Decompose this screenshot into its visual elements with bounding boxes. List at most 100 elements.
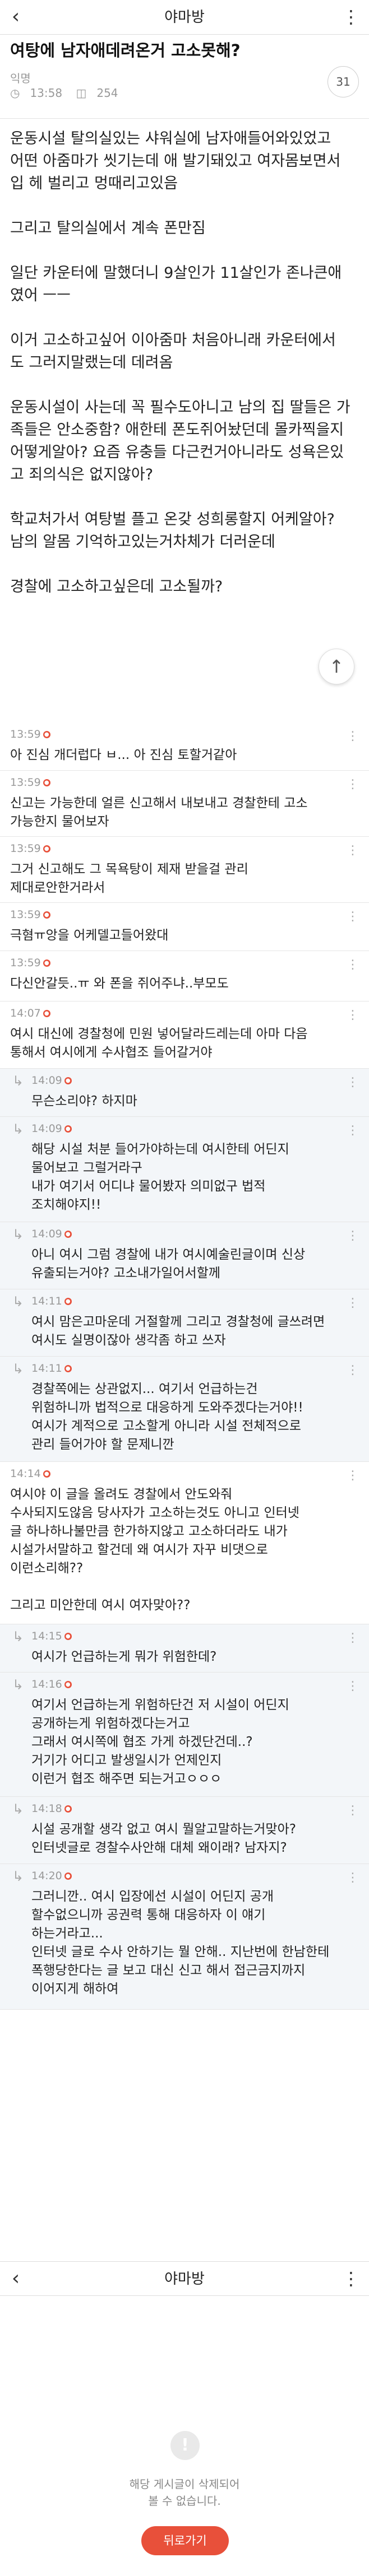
- comment-more-icon[interactable]: ⋮: [347, 1124, 359, 1138]
- comment-more-icon[interactable]: ⋮: [347, 1804, 359, 1818]
- comment-time: 14:09: [31, 1122, 62, 1135]
- comment-more-icon[interactable]: ⋮: [347, 958, 359, 972]
- comment-more-icon[interactable]: ⋮: [347, 1871, 359, 1885]
- comment-time: 14:07: [10, 1007, 41, 1019]
- comment-text: 아 진심 개더럽다 ㅂ... 아 진심 토할거같아: [10, 748, 237, 762]
- comment-more-icon[interactable]: ⋮: [347, 1469, 359, 1483]
- comment-more-icon[interactable]: ⋮: [347, 729, 359, 743]
- anon-badge-icon: ●: [64, 1872, 72, 1880]
- comment-text: 해당 시설 처분 들어가야하는데 여시한테 어딘지 물어보고 그럴거라구 내가 …: [31, 1142, 289, 1212]
- anon-badge-icon: ●: [43, 959, 50, 967]
- anon-badge-icon: ●: [64, 1125, 72, 1133]
- comment-more-icon[interactable]: ⋮: [347, 777, 359, 791]
- comment-more-icon[interactable]: ⋮: [347, 1296, 359, 1310]
- reply-comment: ↳ 14:18 ● 시설 공개할 생각 없고 여시 뭘알고말하는거맞아? 인터넷글…: [0, 1797, 369, 1864]
- comment-time: 14:11: [31, 1295, 62, 1307]
- comment-text: 여시야 이 글을 올려도 경찰에서 안도와줘 수사되지도않음 당사자가 고소하는…: [10, 1487, 299, 1613]
- comment-time: 14:15: [31, 1630, 62, 1642]
- comment-more-icon[interactable]: ⋮: [347, 1229, 359, 1243]
- comment-more-icon[interactable]: ⋮: [347, 1679, 359, 1693]
- comment-time: 14:16: [31, 1678, 62, 1690]
- comment-more-icon[interactable]: ⋮: [347, 1075, 359, 1089]
- reply-arrow-icon: ↳: [12, 1629, 24, 1645]
- post-paragraph: 이거 고소하고싶어 이아줌마 처음아니래 카운터에서 도 그러지말랬는데 데려옴: [10, 332, 336, 371]
- post-views: 254: [96, 86, 118, 100]
- alert-icon: !: [170, 2431, 200, 2460]
- post-title: 여탕에 남자애데려온거 고소못해?: [10, 41, 241, 60]
- comment-more-icon[interactable]: ⋮: [347, 1008, 359, 1022]
- anon-badge-icon: ●: [64, 1805, 72, 1813]
- post-paragraph: 운동시설이 사는데 꼭 필수도아니고 남의 집 딸들은 가 족들은 안소중함? …: [10, 399, 350, 483]
- comment: 13:59 ● 다신안갈듯..ㅠ 와 폰을 쥐어주냐..부모도 ⋮: [0, 951, 369, 1001]
- go-back-button[interactable]: 뒤로가기: [141, 2526, 229, 2555]
- comment-time: 14:20: [31, 1870, 62, 1882]
- reply-arrow-icon: ↳: [12, 1073, 24, 1089]
- comment: 13:59 ● 극혐ㅠ앙을 어케델고들어왔대 ⋮: [0, 903, 369, 951]
- anon-badge-icon: ●: [43, 911, 50, 919]
- comment-time: 14:09: [31, 1074, 62, 1087]
- post-meta: ◷ 13:58 ◫ 254: [10, 86, 128, 100]
- reply-arrow-icon: ↳: [12, 1677, 24, 1693]
- post-header: 여탕에 남자애데려온거 고소못해? 익명 ◷ 13:58 ◫ 254 31: [0, 35, 369, 119]
- reply-arrow-icon: ↳: [12, 1227, 24, 1242]
- reply-arrow-icon: ↳: [12, 1801, 24, 1817]
- top-nav: ‹ 야마방 ⋮: [0, 0, 369, 35]
- anon-badge-icon: ●: [64, 1231, 72, 1238]
- post-author: 익명: [10, 72, 31, 85]
- reply-arrow-icon: ↳: [12, 1869, 24, 1884]
- reply-comment: ↳ 14:20 ● 그러니깐.. 여시 입장에선 시설이 어딘지 공개 할수없으니…: [0, 1864, 369, 2010]
- post-time: 13:58: [30, 86, 63, 100]
- reply-arrow-icon: ↳: [12, 1361, 24, 1377]
- comment: 14:07 ● 여시 대신에 경찰청에 민원 넣어달라드레는데 아마 다음 통해서…: [0, 1001, 369, 1069]
- comment-more-icon[interactable]: ⋮: [347, 910, 359, 924]
- comment-time: 13:59: [10, 842, 41, 855]
- anon-badge-icon: ●: [43, 731, 50, 738]
- comment-time: 14:14: [10, 1468, 41, 1480]
- anon-badge-icon: ●: [64, 1681, 72, 1688]
- comment-text: 신고는 가능한데 얼른 신고해서 내보내고 경찰한테 고소 가능한지 물어보자: [10, 796, 308, 829]
- comment-time: 13:59: [10, 728, 41, 740]
- more-menu-icon[interactable]: ⋮: [339, 4, 363, 29]
- scroll-top-button[interactable]: ↑: [319, 649, 354, 684]
- comment-count-badge[interactable]: 31: [328, 66, 359, 97]
- anon-badge-icon: ●: [43, 1010, 50, 1017]
- post-paragraph: 운동시설 탈의실있는 샤워실에 남자애들어와있었고 어떤 아줌마가 씻기는데 애…: [10, 130, 341, 192]
- clock-icon: ◷: [10, 86, 20, 100]
- comment: 13:59 ● 신고는 가능한데 얼른 신고해서 내보내고 경찰한테 고소 가능한…: [0, 771, 369, 837]
- comment-text: 여시가 언급하는게 뭐가 위험한데?: [31, 1650, 217, 1664]
- comment-time: 14:18: [31, 1802, 62, 1815]
- reply-arrow-icon: ↳: [12, 1294, 24, 1310]
- more-menu-icon[interactable]: ⋮: [339, 2266, 363, 2291]
- board-title: 야마방: [164, 2271, 205, 2288]
- comment: 13:59 ● 아 진심 개더럽다 ㅂ... 아 진심 토할거같아 ⋮: [0, 723, 369, 771]
- reply-comment: ↳ 14:15 ● 여시가 언급하는게 뭐가 위험한데? ⋮: [0, 1624, 369, 1673]
- post-paragraph: 경찰에 고소하고싶은데 고소될까?: [10, 578, 223, 595]
- comment-time: 14:09: [31, 1228, 62, 1240]
- comment-text: 시설 공개할 생각 없고 여시 뭘알고말하는거맞아? 인터넷글로 경찰수사안해 …: [31, 1822, 296, 1855]
- comment-text: 무슨소리야? 하지마: [31, 1094, 137, 1108]
- anon-badge-icon: ●: [43, 1470, 50, 1478]
- reply-arrow-icon: ↳: [12, 1121, 24, 1137]
- deleted-message: 해당 게시글이 삭제되어 볼 수 없습니다.: [129, 2477, 240, 2508]
- comment-time: 13:59: [10, 776, 41, 789]
- comment-text: 여시 대신에 경찰청에 민원 넣어달라드레는데 아마 다음 통해서 여시에게 수…: [10, 1027, 308, 1060]
- anon-badge-icon: ●: [64, 1298, 72, 1305]
- reply-comment: ↳ 14:09 ● 해당 시설 처분 들어가야하는데 여시한테 어딘지 물어보고 …: [0, 1117, 369, 1222]
- eye-icon: ◫: [76, 86, 87, 100]
- deleted-post-notice: ! 해당 게시글이 삭제되어 볼 수 없습니다. 뒤로가기: [0, 2296, 369, 2576]
- comment-time: 13:59: [10, 957, 41, 969]
- anon-badge-icon: ●: [64, 1633, 72, 1640]
- comment-text: 아니 여시 그럼 경찰에 내가 여시예술린글이며 신상 유출되는거야? 고소내가…: [31, 1247, 306, 1280]
- comment-time: 14:11: [31, 1362, 62, 1375]
- post-paragraph: 학교처가서 여탕벌 플고 온갖 성희롱할지 어케알아? 남의 알몸 기억하고있는…: [10, 511, 335, 551]
- comment-more-icon[interactable]: ⋮: [347, 844, 359, 858]
- comment-text: 여기서 언급하는게 위험하단건 저 시설이 어딘지 공개하는게 위험하겠다는거고…: [31, 1698, 289, 1786]
- post-body: 운동시설 탈의실있는 샤워실에 남자애들어와있었고 어떤 아줌마가 씻기는데 애…: [10, 128, 358, 621]
- comment-text: 경찰쪽에는 상관없지... 여기서 언급하는건 위험하니까 법적으로 대응하게 …: [31, 1382, 303, 1452]
- comment-more-icon[interactable]: ⋮: [347, 1363, 359, 1377]
- comment: 14:14 ● 여시야 이 글을 올려도 경찰에서 안도와줘 수사되지도않음 당사…: [0, 1462, 369, 1624]
- bottom-nav: ‹ 야마방 ⋮: [0, 2261, 369, 2296]
- reply-comment: ↳ 14:09 ● 무슨소리야? 하지마 ⋮: [0, 1069, 369, 1117]
- anon-badge-icon: ●: [43, 779, 50, 786]
- comment-more-icon[interactable]: ⋮: [347, 1631, 359, 1645]
